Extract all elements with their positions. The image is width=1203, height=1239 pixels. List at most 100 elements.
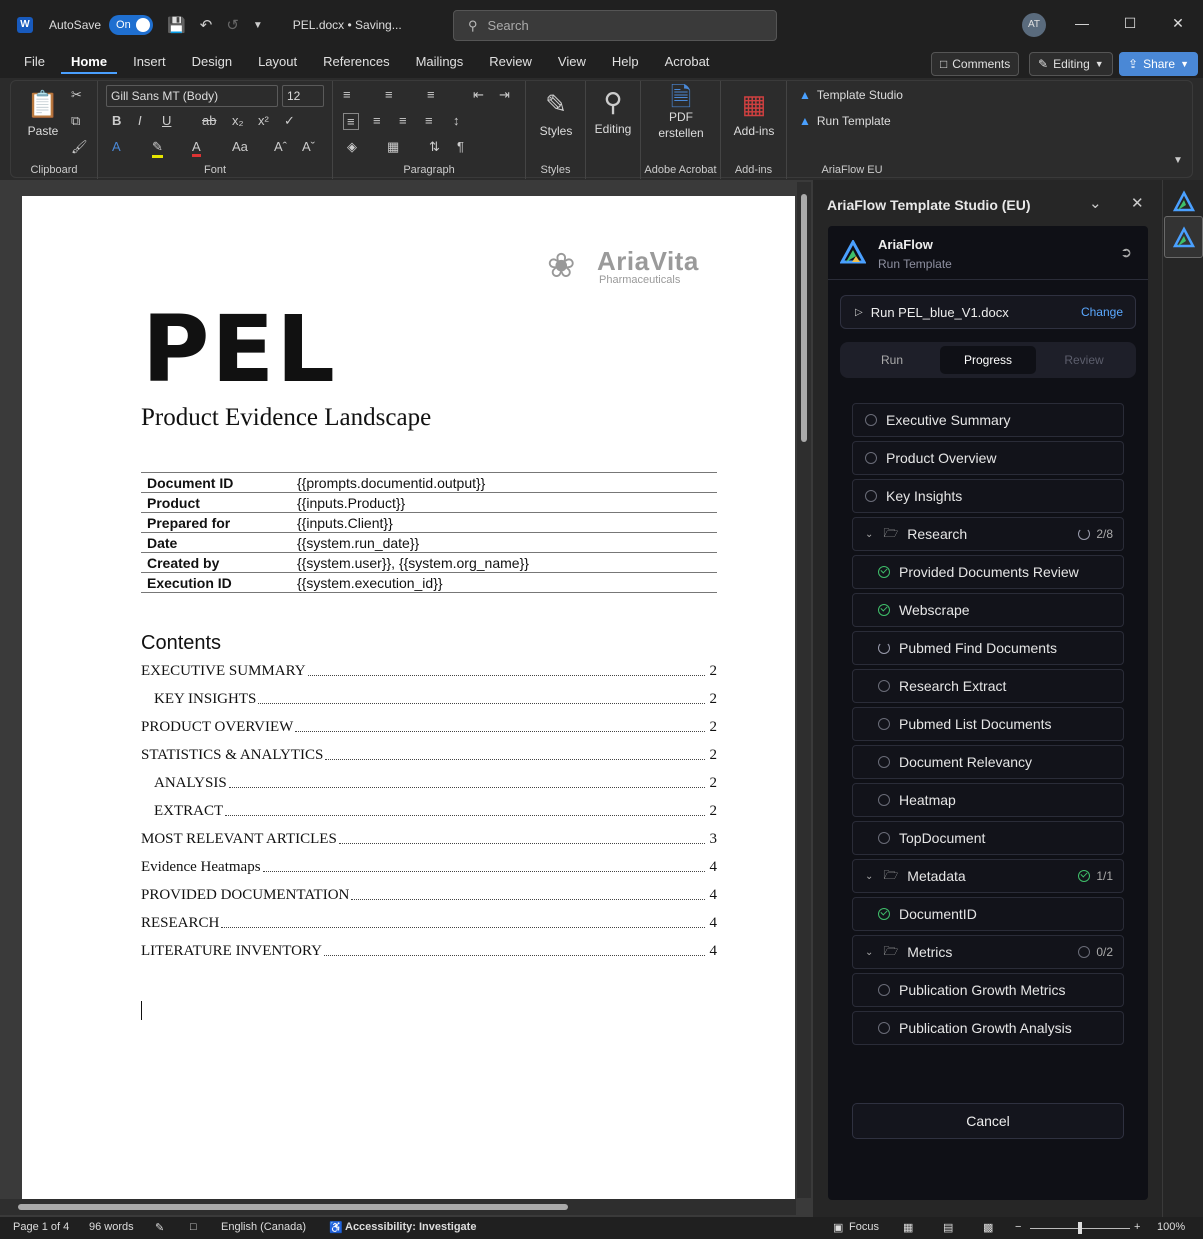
align-right-icon[interactable]: ≡ [399,113,407,128]
redo-icon[interactable]: ↺ [226,16,239,34]
justify-icon[interactable]: ≡ [425,113,433,128]
step-item[interactable]: DocumentID [852,897,1124,931]
format-painter-icon[interactable]: 🖌 [71,139,88,155]
logout-icon[interactable]: ➲ [1120,244,1132,261]
toc-entry[interactable]: KEY INSIGHTS 2 [141,685,717,713]
grow-font-icon[interactable]: Aˆ [274,139,287,154]
decrease-indent-icon[interactable]: ⇤ [473,87,484,103]
menu-tab-references[interactable]: References [313,54,399,74]
toc-entry[interactable]: STATISTICS & ANALYTICS 2 [141,741,717,769]
accessibility-icon[interactable]: ♿ [329,1221,343,1234]
vertical-scrollbar[interactable] [797,182,811,1198]
numbering-icon[interactable]: ≡ [385,87,393,102]
autosave-toggle[interactable]: On [109,15,154,35]
show-marks-icon[interactable]: ¶ [457,139,464,154]
avatar[interactable]: AT [1022,13,1046,37]
shrink-font-icon[interactable]: Aˇ [302,139,315,154]
paste-button[interactable]: 📋 Paste [23,89,63,138]
toc-entry[interactable]: PRODUCT OVERVIEW 2 [141,713,717,741]
document-title[interactable]: PEL.docx • Saving... [293,18,402,32]
copy-icon[interactable]: ⧉ [71,113,80,129]
cancel-button[interactable]: Cancel [852,1103,1124,1139]
line-spacing-icon[interactable]: ↕ [453,113,460,128]
menu-tab-view[interactable]: View [548,54,596,74]
highlight-icon[interactable]: ✎ [152,139,163,158]
bold-icon[interactable]: B [112,113,121,128]
undo-icon[interactable]: ↶ [200,16,213,34]
step-item[interactable]: Heatmap [852,783,1124,817]
pdf-create-button[interactable]: 🗎 PDF erstellen [647,84,715,141]
toc-entry[interactable]: PROVIDED DOCUMENTATION 4 [141,881,717,909]
toc-entry[interactable]: Evidence Heatmaps 4 [141,853,717,881]
step-item[interactable]: Webscrape [852,593,1124,627]
template-studio-button[interactable]: ▲ Template Studio [799,88,903,102]
zoom-out-icon[interactable]: − [1015,1221,1021,1233]
document-page[interactable]: ❀ AriaVita Pharmaceuticals PEL Product E… [22,196,795,1199]
align-center-icon[interactable]: ≡ [373,113,381,128]
toc-entry[interactable]: EXECUTIVE SUMMARY 2 [141,657,717,685]
subscript-icon[interactable]: x₂ [232,113,244,128]
clear-format-icon[interactable]: ✓ [284,113,295,129]
customize-chevron-icon[interactable]: ▼ [253,20,263,31]
horizontal-scrollbar[interactable] [0,1199,796,1215]
toc-entry[interactable]: MOST RELEVANT ARTICLES 3 [141,825,717,853]
menu-tab-insert[interactable]: Insert [123,54,176,74]
search-box[interactable]: ⚲ Search [453,10,777,41]
tab-run[interactable]: Run [844,346,940,374]
increase-indent-icon[interactable]: ⇥ [499,87,510,103]
sort-icon[interactable]: ⇅ [429,139,440,155]
step-item[interactable]: Product Overview [852,441,1124,475]
strikethrough-icon[interactable]: ab [202,113,216,128]
ribbon-collapse-icon[interactable]: ▼ [1173,155,1183,166]
step-item[interactable]: Pubmed List Documents [852,707,1124,741]
scroll-thumb[interactable] [801,194,807,442]
toc-entry[interactable]: RESEARCH 4 [141,909,717,937]
tab-review[interactable]: Review [1036,346,1132,374]
zoom-slider-knob[interactable] [1078,1222,1082,1234]
menu-tab-help[interactable]: Help [602,54,649,74]
change-case-icon[interactable]: Aa [232,139,248,154]
step-item[interactable]: Provided Documents Review [852,555,1124,589]
chevron-down-icon[interactable]: ⌄ [1089,194,1102,212]
cut-icon[interactable]: ✂ [71,87,82,103]
maximize-icon[interactable]: ☐ [1120,15,1140,32]
minimize-icon[interactable]: — [1072,15,1092,31]
share-button[interactable]: ⇪ Share ▼ [1119,52,1199,76]
step-item[interactable]: Key Insights [852,479,1124,513]
scroll-thumb[interactable] [18,1204,568,1210]
zoom-level[interactable]: 100% [1157,1221,1185,1233]
step-group[interactable]: ⌄ 🗁 Metrics 0/2 [852,935,1124,969]
step-item[interactable]: Publication Growth Analysis [852,1011,1124,1045]
font-color-icon[interactable]: A [192,139,201,157]
close-icon[interactable]: ✕ [1168,15,1188,32]
tab-progress[interactable]: Progress [940,346,1036,374]
superscript-icon[interactable]: x² [258,113,269,128]
proofing-icon[interactable]: ✎ [155,1221,164,1234]
print-layout-icon[interactable]: ▤ [943,1221,953,1234]
step-item[interactable]: Publication Growth Metrics [852,973,1124,1007]
text-effects-icon[interactable]: A [112,139,121,154]
step-item[interactable]: Executive Summary [852,403,1124,437]
menu-tab-layout[interactable]: Layout [248,54,307,74]
toc-entry[interactable]: EXTRACT 2 [141,797,717,825]
text-predictions-icon[interactable]: □ [190,1221,197,1233]
menu-tab-file[interactable]: File [14,54,55,74]
focus-icon[interactable]: ▣ [833,1221,843,1234]
web-layout-icon[interactable]: ▩ [983,1221,993,1234]
font-size-select[interactable]: 12 [282,85,324,107]
change-link[interactable]: Change [1081,305,1123,319]
addins-button[interactable]: ▦ Add-ins [729,89,779,138]
ariaflow-icon[interactable] [1172,226,1196,250]
close-icon[interactable]: ✕ [1131,194,1144,212]
step-group[interactable]: ⌄ 🗁 Research 2/8 [852,517,1124,551]
step-group[interactable]: ⌄ 🗁 Metadata 1/1 [852,859,1124,893]
ariaflow-icon[interactable] [1172,190,1196,214]
editing-button[interactable]: ⚲ Editing [590,87,636,136]
toc-entry[interactable]: LITERATURE INVENTORY 4 [141,937,717,965]
multilevel-list-icon[interactable]: ≡ [427,87,435,102]
menu-tab-design[interactable]: Design [182,54,242,74]
menu-tab-home[interactable]: Home [60,54,118,74]
font-name-select[interactable]: Gill Sans MT (Body) [106,85,278,107]
zoom-in-icon[interactable]: + [1134,1221,1140,1233]
toc-entry[interactable]: ANALYSIS 2 [141,769,717,797]
